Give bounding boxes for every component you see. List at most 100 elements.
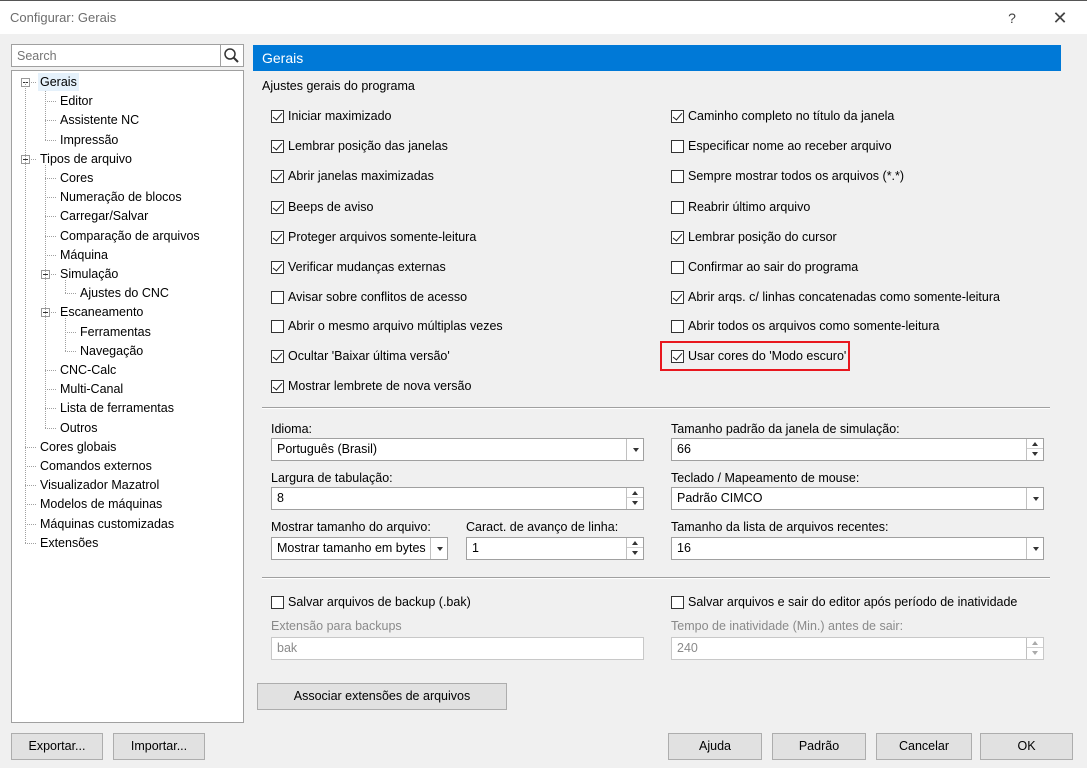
import-button[interactable]: Importar... bbox=[113, 733, 205, 760]
spin-down-icon[interactable] bbox=[627, 548, 643, 558]
tree-item[interactable]: Cores bbox=[58, 169, 95, 187]
tree-item[interactable]: Extensões bbox=[38, 534, 100, 552]
spin-up-icon[interactable] bbox=[627, 488, 643, 498]
tree-item[interactable]: Ferramentas bbox=[78, 323, 153, 341]
file-size-select[interactable]: Mostrar tamanho em bytes bbox=[271, 537, 448, 560]
tree-item[interactable]: Navegação bbox=[78, 342, 145, 360]
option-checkbox[interactable]: Avisar sobre conflitos de acesso bbox=[271, 289, 467, 305]
spin-up-icon[interactable] bbox=[627, 538, 643, 548]
tree-item[interactable]: Carregar/Salvar bbox=[58, 207, 150, 225]
tree-item[interactable]: Editor bbox=[58, 92, 95, 110]
checkbox-box[interactable] bbox=[271, 595, 284, 609]
tree-item[interactable]: Cores globais bbox=[38, 438, 118, 456]
tab-width-spin[interactable] bbox=[626, 488, 643, 509]
spin-down-icon[interactable] bbox=[1027, 648, 1043, 658]
tree-item[interactable]: Visualizador Mazatrol bbox=[38, 476, 161, 494]
option-checkbox[interactable]: Lembrar posição das janelas bbox=[271, 138, 448, 154]
settings-tree[interactable]: Gerais Editor Assistente NC Impressão Tipos … bbox=[11, 70, 244, 723]
option-checkbox[interactable]: Verificar mudanças externas bbox=[271, 259, 446, 275]
option-checkbox[interactable]: Abrir todos os arquivos como somente-lei… bbox=[671, 318, 940, 334]
tree-item[interactable]: Simulação bbox=[58, 265, 120, 283]
checkbox-box[interactable] bbox=[671, 595, 684, 609]
keyboard-select[interactable]: Padrão CIMCO bbox=[671, 487, 1044, 510]
checkbox-box[interactable] bbox=[271, 349, 284, 363]
recent-list-select[interactable]: 16 bbox=[671, 537, 1044, 560]
checkbox-box[interactable] bbox=[271, 230, 284, 244]
tab-width-stepper[interactable]: 8 bbox=[271, 487, 644, 510]
checkbox-box[interactable] bbox=[671, 230, 684, 244]
help-icon[interactable]: ? bbox=[1001, 7, 1023, 29]
tree-item[interactable]: Numeração de blocos bbox=[58, 188, 184, 206]
tree-item[interactable]: Multi-Canal bbox=[58, 380, 125, 398]
option-checkbox[interactable]: Beeps de aviso bbox=[271, 199, 373, 215]
tree-item[interactable]: Tipos de arquivo bbox=[38, 150, 134, 168]
autosave-checkbox[interactable]: Salvar arquivos e sair do editor após pe… bbox=[671, 594, 1017, 610]
spin-up-icon[interactable] bbox=[1027, 439, 1043, 449]
tree-item[interactable]: Comandos externos bbox=[38, 457, 154, 475]
tree-item[interactable]: CNC-Calc bbox=[58, 361, 118, 379]
ok-button[interactable]: OK bbox=[980, 733, 1073, 760]
checkbox-box[interactable] bbox=[671, 139, 684, 153]
checkbox-box[interactable] bbox=[671, 200, 684, 214]
language-select[interactable]: Português (Brasil) bbox=[271, 438, 644, 461]
chevron-down-icon[interactable] bbox=[626, 439, 643, 460]
tree-item[interactable]: Escaneamento bbox=[58, 303, 145, 321]
associate-extensions-button[interactable]: Associar extensões de arquivos bbox=[257, 683, 507, 710]
option-checkbox[interactable]: Abrir o mesmo arquivo múltiplas vezes bbox=[271, 318, 503, 334]
option-checkbox[interactable]: Abrir arqs. c/ linhas concatenadas como … bbox=[671, 289, 1000, 305]
checkbox-box[interactable] bbox=[271, 290, 284, 304]
line-feed-stepper[interactable]: 1 bbox=[466, 537, 644, 560]
checkbox-box[interactable] bbox=[671, 290, 684, 304]
checkbox-box[interactable] bbox=[671, 319, 684, 333]
option-checkbox[interactable]: Confirmar ao sair do programa bbox=[671, 259, 858, 275]
tree-item[interactable]: Ajustes do CNC bbox=[78, 284, 171, 302]
option-checkbox[interactable]: Abrir janelas maximizadas bbox=[271, 168, 434, 184]
option-checkbox[interactable]: Caminho completo no título da janela bbox=[671, 108, 894, 124]
checkbox-box[interactable] bbox=[271, 379, 284, 393]
tree-item[interactable]: Máquinas customizadas bbox=[38, 515, 176, 533]
option-checkbox[interactable]: Ocultar 'Baixar última versão' bbox=[271, 348, 450, 364]
default-button[interactable]: Padrão bbox=[772, 733, 866, 760]
line-feed-spin[interactable] bbox=[626, 538, 643, 559]
inactivity-spin[interactable] bbox=[1026, 638, 1043, 659]
checkbox-box[interactable] bbox=[271, 169, 284, 183]
tree-item[interactable]: Gerais bbox=[38, 73, 79, 91]
search-input[interactable] bbox=[11, 44, 221, 67]
option-checkbox[interactable]: Especificar nome ao receber arquivo bbox=[671, 138, 892, 154]
cancel-button[interactable]: Cancelar bbox=[876, 733, 972, 760]
search-button[interactable] bbox=[221, 44, 244, 67]
help-button[interactable]: Ajuda bbox=[668, 733, 762, 760]
spin-up-icon[interactable] bbox=[1027, 638, 1043, 648]
backup-ext-input[interactable]: bak bbox=[271, 637, 644, 660]
tree-item[interactable]: Lista de ferramentas bbox=[58, 399, 176, 417]
tree-item[interactable]: Outros bbox=[58, 419, 100, 437]
checkbox-box[interactable] bbox=[271, 139, 284, 153]
chevron-down-icon[interactable] bbox=[1026, 488, 1043, 509]
checkbox-box[interactable] bbox=[671, 109, 684, 123]
option-checkbox[interactable]: Proteger arquivos somente-leitura bbox=[271, 229, 476, 245]
checkbox-box[interactable] bbox=[271, 319, 284, 333]
close-icon[interactable]: ✕ bbox=[1048, 7, 1072, 29]
sim-size-stepper[interactable]: 66 bbox=[671, 438, 1044, 461]
option-checkbox[interactable]: Mostrar lembrete de nova versão bbox=[271, 378, 471, 394]
checkbox-box[interactable] bbox=[271, 200, 284, 214]
checkbox-box[interactable] bbox=[271, 109, 284, 123]
sim-size-spin[interactable] bbox=[1026, 439, 1043, 460]
tree-item[interactable]: Comparação de arquivos bbox=[58, 227, 202, 245]
tree-item[interactable]: Impressão bbox=[58, 131, 120, 149]
spin-down-icon[interactable] bbox=[627, 498, 643, 508]
checkbox-box[interactable] bbox=[271, 260, 284, 274]
spin-down-icon[interactable] bbox=[1027, 449, 1043, 459]
tree-item[interactable]: Modelos de máquinas bbox=[38, 495, 164, 513]
chevron-down-icon[interactable] bbox=[430, 538, 447, 559]
option-checkbox[interactable]: Reabrir último arquivo bbox=[671, 199, 810, 215]
checkbox-box[interactable] bbox=[671, 260, 684, 274]
checkbox-box[interactable] bbox=[671, 169, 684, 183]
backup-checkbox[interactable]: Salvar arquivos de backup (.bak) bbox=[271, 594, 471, 610]
option-checkbox[interactable]: Sempre mostrar todos os arquivos (*.*) bbox=[671, 168, 904, 184]
export-button[interactable]: Exportar... bbox=[11, 733, 103, 760]
inactivity-stepper[interactable]: 240 bbox=[671, 637, 1044, 660]
tree-item[interactable]: Assistente NC bbox=[58, 111, 141, 129]
option-checkbox[interactable]: Iniciar maximizado bbox=[271, 108, 392, 124]
chevron-down-icon[interactable] bbox=[1026, 538, 1043, 559]
